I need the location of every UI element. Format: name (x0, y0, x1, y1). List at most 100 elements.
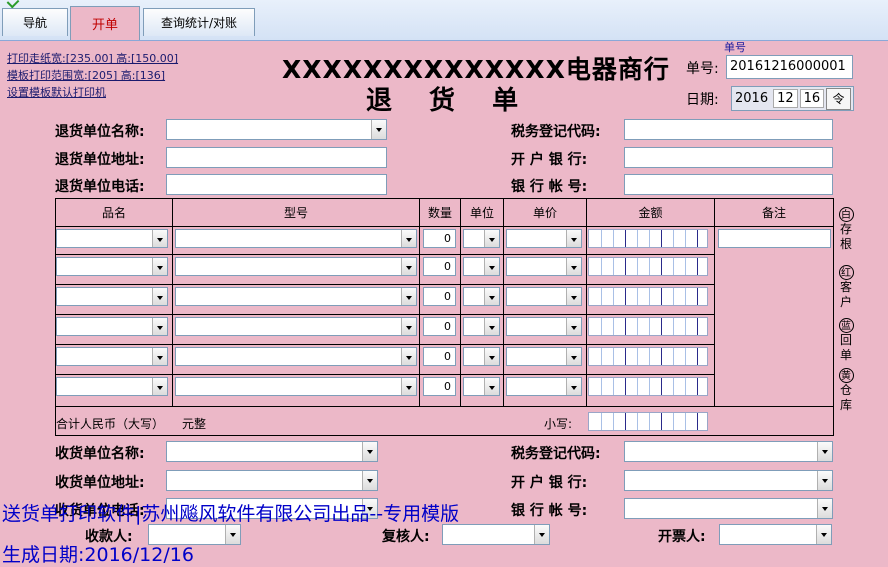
unit-price-dropdown[interactable] (506, 377, 582, 396)
receiver-account-dropdown[interactable] (624, 498, 833, 519)
unit-dropdown[interactable] (463, 347, 500, 366)
date-picker[interactable]: 2016 12 16 令 (731, 86, 854, 111)
quantity-field[interactable]: 0 (423, 347, 456, 366)
unit-price-dropdown[interactable] (506, 257, 582, 276)
chevron-down-icon[interactable] (152, 318, 167, 335)
copy-label-text: 回 (839, 333, 852, 347)
unit-price-dropdown[interactable] (506, 317, 582, 336)
chevron-down-icon[interactable] (401, 378, 416, 395)
date-spin-button[interactable]: 令 (826, 87, 851, 110)
returner-phone-field[interactable] (166, 174, 387, 195)
amount-digits-field[interactable] (588, 317, 708, 336)
chevron-down-icon[interactable] (484, 318, 499, 335)
quantity-field[interactable]: 0 (423, 317, 456, 336)
chevron-down-icon[interactable] (152, 378, 167, 395)
unit-price-dropdown[interactable] (506, 287, 582, 306)
date-day[interactable]: 16 (799, 89, 825, 108)
date-year[interactable]: 2016 (732, 90, 771, 107)
model-dropdown[interactable] (175, 347, 417, 366)
template-print-range-link[interactable]: 模板打印范围宽:[205] 高:[136] (7, 67, 165, 83)
chevron-down-icon[interactable] (152, 288, 167, 305)
quantity-field[interactable]: 0 (423, 377, 456, 396)
quantity-field[interactable]: 0 (423, 257, 456, 276)
model-dropdown[interactable] (175, 317, 417, 336)
quantity-field[interactable]: 0 (423, 229, 456, 248)
amount-digits-field[interactable] (588, 377, 708, 396)
small-total-amount-field[interactable] (588, 412, 708, 431)
chevron-down-icon[interactable] (566, 288, 581, 305)
unit-dropdown[interactable] (463, 229, 500, 248)
returner-address-field[interactable] (166, 147, 387, 168)
receiver-address-dropdown[interactable] (166, 470, 378, 491)
product-name-dropdown[interactable] (56, 229, 168, 248)
chevron-down-icon[interactable] (225, 525, 240, 544)
quantity-field[interactable]: 0 (423, 287, 456, 306)
order-no-field[interactable]: 20161216000001 (726, 55, 853, 79)
chevron-down-icon[interactable] (401, 348, 416, 365)
chevron-down-icon[interactable] (484, 230, 499, 247)
chevron-down-icon[interactable] (362, 442, 377, 461)
chevron-down-icon[interactable] (566, 230, 581, 247)
chevron-down-icon[interactable] (817, 442, 832, 461)
returner-tax-field[interactable] (624, 119, 833, 140)
product-name-dropdown[interactable] (56, 257, 168, 276)
product-name-dropdown[interactable] (56, 287, 168, 306)
chevron-down-icon[interactable] (484, 258, 499, 275)
chevron-down-icon[interactable] (152, 258, 167, 275)
model-dropdown[interactable] (175, 257, 417, 276)
returner-bank-label: 开 户 银 行: (511, 152, 588, 168)
model-dropdown[interactable] (175, 377, 417, 396)
tab-create-order[interactable]: 开单 (70, 6, 140, 40)
receiver-bank-dropdown[interactable] (624, 470, 833, 491)
print-paper-size-link[interactable]: 打印走纸宽:[235.00] 高:[150.00] (7, 50, 178, 66)
amount-digits-field[interactable] (588, 347, 708, 366)
unit-dropdown[interactable] (463, 377, 500, 396)
product-name-dropdown[interactable] (56, 347, 168, 366)
amount-digits-field[interactable] (588, 257, 708, 276)
chevron-down-icon[interactable] (817, 499, 832, 518)
tab-query-statistics[interactable]: 查询统计/对账 (143, 8, 255, 36)
chevron-down-icon[interactable] (484, 288, 499, 305)
amount-digits-field[interactable] (588, 229, 708, 248)
chevron-down-icon[interactable] (401, 288, 416, 305)
copy-label-text: 单 (839, 348, 852, 362)
model-dropdown[interactable] (175, 229, 417, 248)
chevron-down-icon[interactable] (816, 525, 831, 544)
set-default-printer-link[interactable]: 设置模板默认打印机 (7, 84, 106, 100)
chevron-down-icon[interactable] (484, 378, 499, 395)
chevron-down-icon[interactable] (401, 230, 416, 247)
chevron-down-icon[interactable] (566, 318, 581, 335)
unit-dropdown[interactable] (463, 317, 500, 336)
chevron-down-icon[interactable] (152, 230, 167, 247)
product-name-dropdown[interactable] (56, 377, 168, 396)
chevron-down-icon[interactable] (362, 471, 377, 490)
chevron-down-icon[interactable] (484, 348, 499, 365)
chevron-down-icon[interactable] (152, 348, 167, 365)
chevron-down-icon[interactable] (534, 525, 549, 544)
chevron-down-icon[interactable] (371, 120, 386, 139)
unit-dropdown[interactable] (463, 287, 500, 306)
returner-account-field[interactable] (624, 174, 833, 195)
chevron-down-icon[interactable] (566, 348, 581, 365)
model-dropdown[interactable] (175, 287, 417, 306)
small-total-label: 小写: (544, 417, 573, 431)
chevron-down-icon[interactable] (566, 258, 581, 275)
unit-price-dropdown[interactable] (506, 229, 582, 248)
chevron-down-icon[interactable] (401, 318, 416, 335)
amount-digits-field[interactable] (588, 287, 708, 306)
chevron-down-icon[interactable] (401, 258, 416, 275)
reviewer-dropdown[interactable] (442, 524, 550, 545)
tab-navigation[interactable]: 导航 (2, 8, 68, 36)
receiver-tax-dropdown[interactable] (624, 441, 833, 462)
issuer-dropdown[interactable] (719, 524, 832, 545)
date-month[interactable]: 12 (773, 89, 798, 108)
unit-price-dropdown[interactable] (506, 347, 582, 366)
remark-field[interactable] (718, 229, 831, 248)
product-name-dropdown[interactable] (56, 317, 168, 336)
unit-dropdown[interactable] (463, 257, 500, 276)
receiver-name-dropdown[interactable] (166, 441, 378, 462)
chevron-down-icon[interactable] (817, 471, 832, 490)
chevron-down-icon[interactable] (566, 378, 581, 395)
returner-name-dropdown[interactable] (166, 119, 387, 140)
returner-bank-field[interactable] (624, 147, 833, 168)
